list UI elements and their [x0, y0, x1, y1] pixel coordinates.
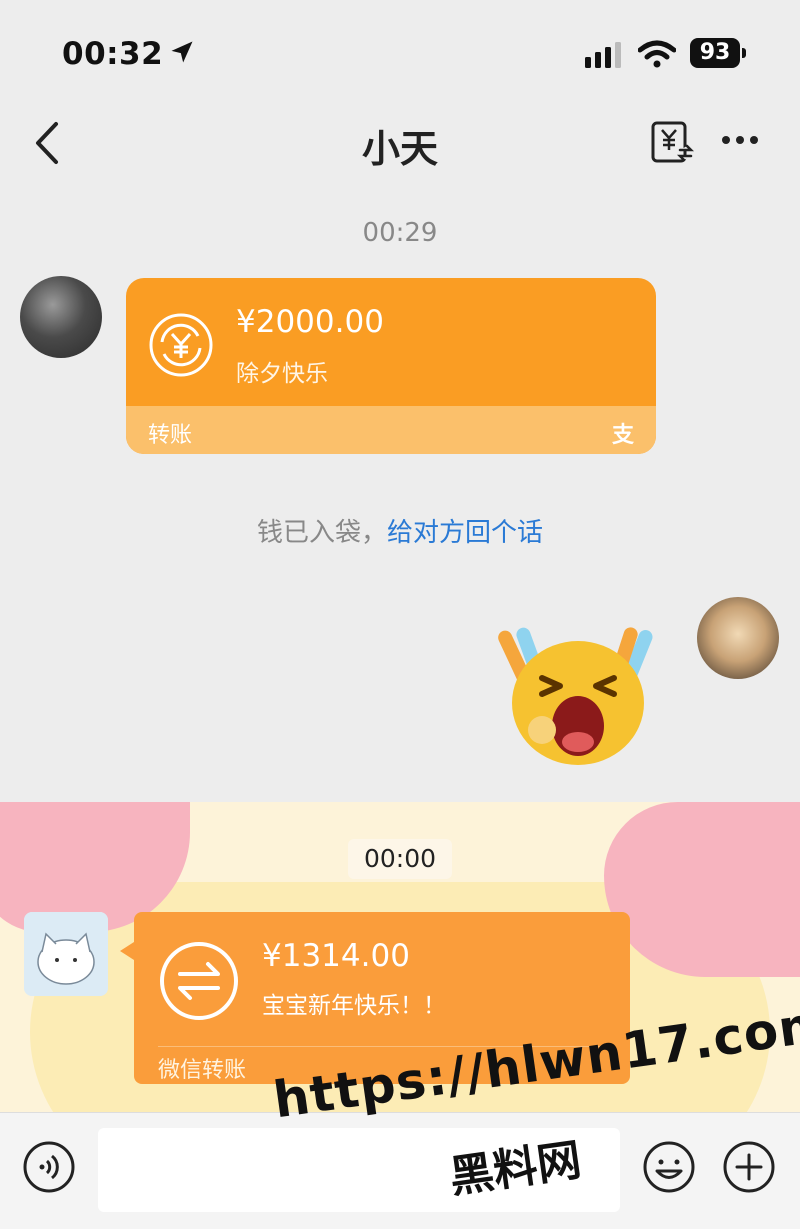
- yuan-circle-icon: [149, 313, 213, 377]
- alipay-icon: 支: [612, 423, 635, 448]
- contact-avatar[interactable]: [20, 276, 102, 358]
- transfer-note-2: 宝宝新年快乐！！: [262, 993, 446, 1019]
- battery-nub: [742, 48, 746, 58]
- location-arrow-icon: [171, 41, 193, 63]
- card-footer: 转账 支: [126, 406, 656, 454]
- transfer-rmb-icon[interactable]: [650, 120, 694, 164]
- transfer-amount: ¥2000.00: [236, 304, 384, 340]
- alipay-transfer-card[interactable]: ¥2000.00 除夕快乐 转账 支: [126, 278, 656, 454]
- more-icon[interactable]: [720, 130, 760, 150]
- message-timestamp-2: 00:00: [348, 839, 452, 879]
- transfer-note: 除夕快乐: [236, 361, 328, 387]
- cat-avatar[interactable]: [24, 912, 108, 996]
- status-time: 00:32: [62, 36, 164, 72]
- reply-link[interactable]: 给对方回个话: [387, 518, 543, 548]
- transfer-type-label: 转账: [148, 423, 193, 448]
- emoji-icon[interactable]: [642, 1140, 696, 1194]
- excited-emoji-sticker[interactable]: [490, 618, 665, 768]
- system-message: 钱已入袋，给对方回个话: [0, 512, 800, 549]
- voice-icon[interactable]: [22, 1140, 76, 1194]
- system-message-text: 钱已入袋，: [256, 518, 387, 548]
- message-timestamp: 00:29: [362, 218, 438, 248]
- wifi-icon: [638, 40, 676, 68]
- signal-icon: [585, 42, 621, 68]
- my-avatar[interactable]: [697, 597, 779, 679]
- exchange-arrows-icon: [160, 942, 238, 1020]
- transfer-amount-2: ¥1314.00: [262, 938, 410, 974]
- bubble-tail: [120, 942, 134, 960]
- transfer-type-label-2: 微信转账: [158, 1058, 247, 1083]
- battery-indicator: 93: [690, 38, 740, 68]
- plus-icon[interactable]: [722, 1140, 776, 1194]
